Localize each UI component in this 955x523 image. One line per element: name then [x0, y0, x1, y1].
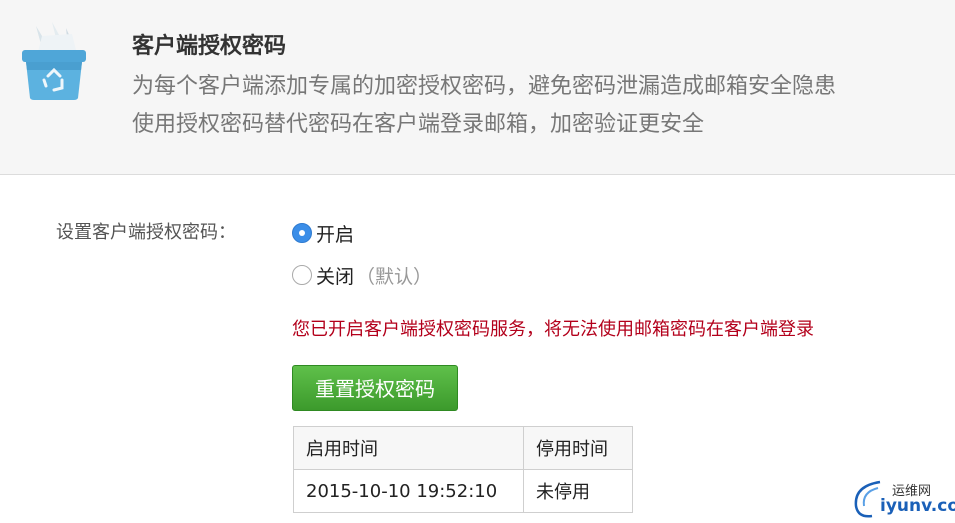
recycle-bin-icon [22, 22, 86, 100]
setting-label: 设置客户端授权密码： [56, 222, 236, 243]
time-table: 启用时间 停用时间 2015-10-10 19:52:10 未停用 [293, 426, 633, 513]
radio-option-enable[interactable]: 开启 [292, 220, 354, 246]
warning-message: 您已开启客户端授权密码服务，将无法使用邮箱密码在客户端登录 [292, 319, 814, 340]
default-note: （默认） [356, 265, 433, 288]
radio-option-disable[interactable]: 关闭 （默认） [292, 262, 432, 288]
header-panel: 客户端授权密码 为每个客户端添加专属的加密授权密码，避免密码泄漏造成邮箱安全隐患… [0, 0, 955, 175]
radio-label-enable: 开启 [316, 223, 355, 246]
radio-unchecked-icon[interactable] [292, 265, 312, 285]
cell-disabled-time: 未停用 [523, 469, 633, 513]
description-line-2: 使用授权密码替代密码在客户端登录邮箱，加密验证更安全 [132, 112, 705, 137]
table-header-row: 启用时间 停用时间 [293, 426, 633, 470]
column-header-disabled-time: 停用时间 [523, 426, 633, 470]
watermark-bottom-text: iyunv.com [880, 496, 955, 516]
cell-enabled-time: 2015-10-10 19:52:10 [293, 469, 524, 513]
radio-label-disable: 关闭 [316, 265, 355, 288]
table-row: 2015-10-10 19:52:10 未停用 [293, 469, 633, 513]
page-title: 客户端授权密码 [132, 34, 287, 59]
reset-password-button[interactable]: 重置授权密码 [292, 365, 458, 411]
column-header-enabled-time: 启用时间 [293, 426, 524, 470]
description-line-1: 为每个客户端添加专属的加密授权密码，避免密码泄漏造成邮箱安全隐患 [132, 74, 837, 99]
radio-checked-icon[interactable] [292, 223, 312, 243]
watermark: 运维网 iyunv.com [850, 476, 955, 520]
